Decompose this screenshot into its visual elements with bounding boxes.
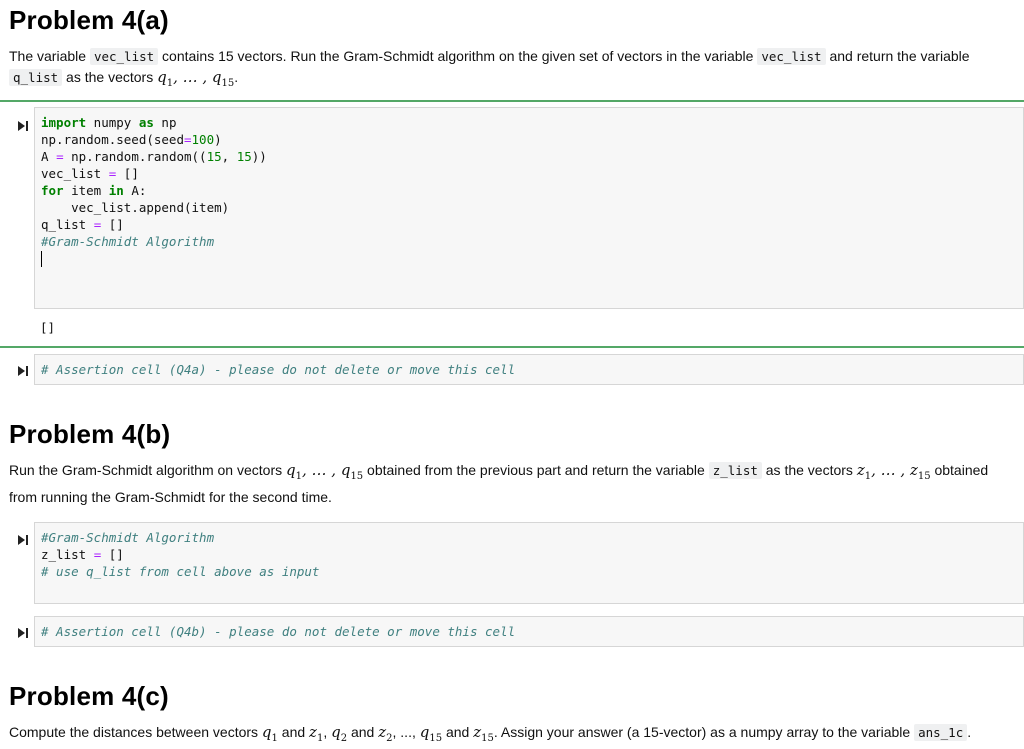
- run-cell-icon[interactable]: [17, 533, 29, 545]
- cell-output: []: [40, 320, 56, 335]
- code-cell-4a[interactable]: import numpy as np np.random.seed(seed=1…: [34, 107, 1024, 309]
- problem-4a-description: The variable vec_list contains 15 vector…: [9, 48, 970, 89]
- code-editor[interactable]: import numpy as np np.random.seed(seed=1…: [35, 108, 1023, 267]
- problem-4c-heading: Problem 4(c): [9, 681, 169, 711]
- code-editor[interactable]: #Gram-Schmidt Algorithm z_list = [] # us…: [35, 523, 1023, 580]
- text-cursor: [41, 251, 42, 267]
- inline-code-vec-list: vec_list: [757, 48, 826, 65]
- run-cell-icon[interactable]: [17, 626, 29, 638]
- problem-4b-description: Run the Gram-Schmidt algorithm on vector…: [9, 461, 989, 505]
- selected-cell-divider-bottom: [0, 346, 1024, 348]
- run-cell-icon[interactable]: [17, 119, 29, 131]
- inline-code-ans-1c: ans_1c: [914, 724, 968, 741]
- inline-code-q-list: q_list: [9, 69, 63, 86]
- assertion-cell-4a[interactable]: # Assertion cell (Q4a) - please do not d…: [34, 354, 1024, 385]
- selected-cell-divider: [0, 100, 1024, 102]
- math-q-range: q1, … , q15: [157, 68, 235, 89]
- run-cell-icon[interactable]: [17, 364, 29, 376]
- code-cell-4b[interactable]: #Gram-Schmidt Algorithm z_list = [] # us…: [34, 522, 1024, 604]
- problem-4a-heading: Problem 4(a): [9, 5, 169, 35]
- math-z-range: z1, … , z15: [856, 461, 931, 482]
- math-q-range: q1, … , q15: [286, 461, 364, 482]
- problem-4c-description: Compute the distances between vectors q1…: [9, 723, 972, 744]
- assertion-cell-4b[interactable]: # Assertion cell (Q4b) - please do not d…: [34, 616, 1024, 647]
- problem-4b-heading: Problem 4(b): [9, 419, 171, 449]
- inline-code-vec-list: vec_list: [89, 48, 159, 65]
- inline-code-z-list: z_list: [708, 462, 762, 479]
